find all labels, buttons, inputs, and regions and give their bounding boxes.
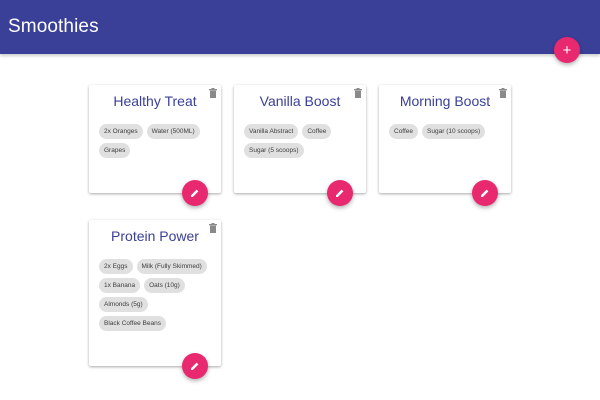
smoothie-name: Healthy Treat (113, 93, 197, 109)
smoothie-card-morning-boost: Morning Boost Coffee Sugar (10 scoops) (379, 85, 511, 206)
pencil-icon (481, 189, 489, 197)
smoothie-name: Protein Power (111, 228, 199, 244)
pencil-icon (191, 189, 199, 197)
app-title: Smoothies (8, 16, 99, 37)
edit-smoothie-button[interactable] (182, 353, 208, 379)
smoothie-card-healthy-treat: Healthy Treat 2x Oranges Water (500ML) G… (89, 85, 221, 206)
smoothie-name: Morning Boost (399, 93, 491, 109)
ingredient-list: 2x Oranges Water (500ML) Grapes (99, 124, 215, 158)
pencil-icon (191, 362, 199, 370)
ingredient-chip: Water (500ML) (146, 124, 200, 139)
add-smoothie-button[interactable]: + (554, 37, 580, 63)
ingredient-list: Vanilla Abstract Coffee Sugar (5 scoops) (244, 124, 360, 158)
ingredient-chip: 1x Banana (99, 278, 141, 293)
plus-icon: + (562, 41, 572, 59)
edit-smoothie-button[interactable] (327, 180, 353, 206)
ingredient-chip: Sugar (5 scoops) (244, 143, 304, 158)
ingredient-chip: Coffee (389, 124, 419, 139)
smoothie-card-vanilla-boost: Vanilla Boost Vanilla Abstract Coffee Su… (234, 85, 366, 206)
ingredient-list: Coffee Sugar (10 scoops) (389, 124, 505, 139)
ingredient-chip: Milk (Fully Skimmed) (136, 259, 207, 274)
ingredient-list: 2x Eggs Milk (Fully Skimmed) 1x Banana O… (99, 259, 215, 331)
app-bar: Smoothies (0, 0, 600, 54)
ingredient-chip: Vanilla Abstract (244, 124, 299, 139)
ingredient-chip: Grapes (99, 143, 131, 158)
smoothie-name: Vanilla Boost (259, 93, 341, 109)
ingredient-chip: Coffee (302, 124, 332, 139)
ingredient-chip: 2x Oranges (99, 124, 143, 139)
ingredient-chip: 2x Eggs (99, 259, 133, 274)
ingredient-chip: Oats (10g) (144, 278, 185, 293)
smoothie-card-protein-power: Protein Power 2x Eggs Milk (Fully Skimme… (89, 220, 221, 379)
edit-smoothie-button[interactable] (472, 180, 498, 206)
ingredient-chip: Sugar (10 scoops) (422, 124, 486, 139)
pencil-icon (336, 189, 344, 197)
ingredient-chip: Almonds (5g) (99, 297, 148, 312)
ingredient-chip: Black Coffee Beans (99, 316, 166, 331)
edit-smoothie-button[interactable] (182, 180, 208, 206)
